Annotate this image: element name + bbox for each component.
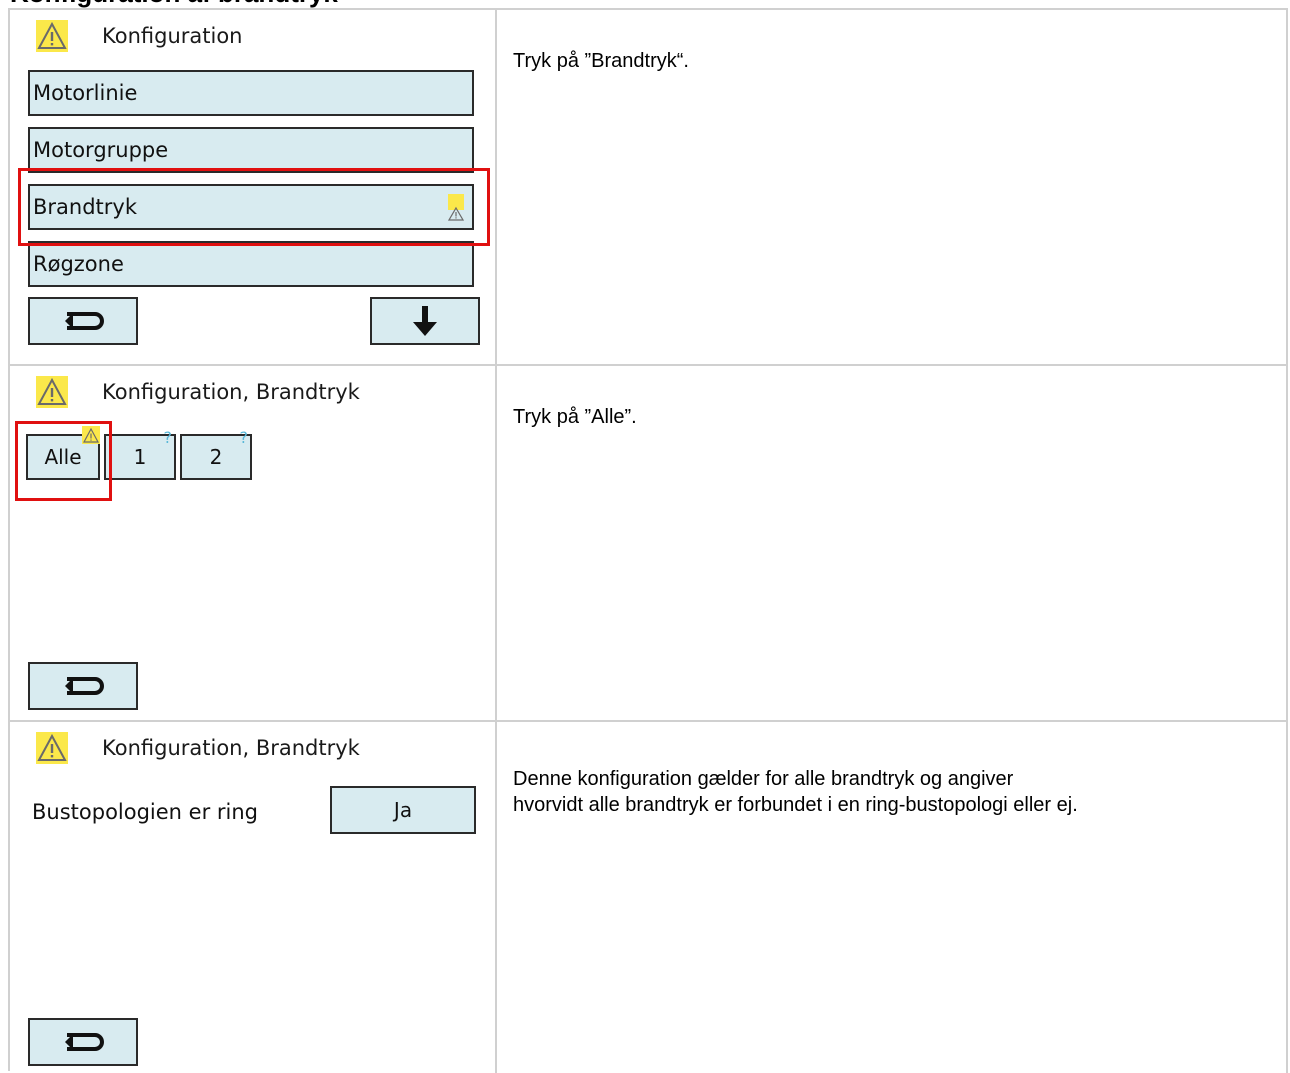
menu-item-label: Motorlinie (33, 81, 138, 105)
screen-title: Konfiguration (102, 24, 243, 48)
back-button[interactable] (28, 297, 138, 345)
screen-title: Konfiguration, Brandtryk (102, 380, 360, 404)
description-line: Denne konfiguration gælder for alle bran… (513, 768, 1014, 790)
screen-title: Konfiguration, Brandtryk (102, 736, 360, 760)
menu-item-label: Motorgruppe (33, 138, 169, 162)
screen-cell-1: Konfiguration Motorlinie Motorgruppe Bra… (10, 10, 497, 364)
menu-item-label: Røgzone (33, 252, 124, 276)
section-heading: Konfiguration af brandtryk (0, 0, 1290, 8)
menu-item-motorlinie[interactable]: Motorlinie (28, 70, 474, 116)
return-arrow-icon (65, 677, 104, 695)
step-row-3: Konfiguration, Brandtryk Bustopologien e… (10, 722, 1288, 1073)
description-cell-1: Tryk på ”Brandtryk“. (497, 10, 1288, 364)
screen-cell-2: Konfiguration, Brandtryk Alle 1 ? 2 ? (10, 366, 497, 720)
screen-title-row: Konfiguration, Brandtryk (36, 374, 360, 410)
back-button[interactable] (28, 662, 138, 710)
menu-item-motorgruppe[interactable]: Motorgruppe (28, 127, 474, 173)
warning-icon (36, 376, 68, 408)
tab-2[interactable]: 2 ? (180, 428, 252, 480)
scroll-down-button[interactable] (370, 297, 480, 345)
tab-label: 1 (133, 445, 147, 469)
screen-title-row: Konfiguration (36, 18, 242, 54)
help-badge: ? (163, 428, 173, 447)
screen-title-row: Konfiguration, Brandtryk (36, 730, 360, 766)
step-row-2: Konfiguration, Brandtryk Alle 1 ? 2 ? Tr… (10, 366, 1288, 722)
tab-1[interactable]: 1 ? (104, 428, 176, 480)
step-row-1: Konfiguration Motorlinie Motorgruppe Bra… (10, 10, 1288, 366)
field-label: Bustopologien er ring (32, 800, 259, 824)
warning-icon (36, 732, 68, 764)
down-arrow-icon (413, 306, 437, 336)
instruction-table: Konfiguration Motorlinie Motorgruppe Bra… (8, 8, 1288, 1073)
back-button[interactable] (28, 1018, 138, 1066)
bus-topology-ring-toggle[interactable]: Ja (330, 786, 476, 834)
description-cell-3: Denne konfiguration gælder for alle bran… (497, 722, 1288, 1073)
description-cell-2: Tryk på ”Alle”. (497, 366, 1288, 720)
menu-item-rogzone[interactable]: Røgzone (28, 241, 474, 287)
step-description: Tryk på ”Brandtryk“. (513, 50, 689, 72)
return-arrow-icon (65, 1033, 104, 1051)
warning-icon (36, 20, 68, 52)
tab-label: 2 (209, 445, 223, 469)
help-badge: ? (239, 428, 249, 447)
device-screen-3: Konfiguration, Brandtryk Bustopologien e… (16, 726, 480, 1072)
step-description: Tryk på ”Alle”. (513, 406, 637, 428)
selection-highlight (18, 168, 490, 246)
return-arrow-icon (65, 312, 104, 330)
description-line: hvorvidt alle brandtryk er forbundet i e… (513, 794, 1078, 816)
selection-highlight (15, 421, 112, 501)
device-screen-1: Konfiguration Motorlinie Motorgruppe Bra… (16, 14, 490, 360)
device-screen-2: Konfiguration, Brandtryk Alle 1 ? 2 ? (15, 370, 480, 716)
toggle-value: Ja (393, 798, 413, 822)
step-description: Denne konfiguration gælder for alle bran… (513, 766, 1078, 818)
screen-cell-3: Konfiguration, Brandtryk Bustopologien e… (10, 722, 497, 1073)
